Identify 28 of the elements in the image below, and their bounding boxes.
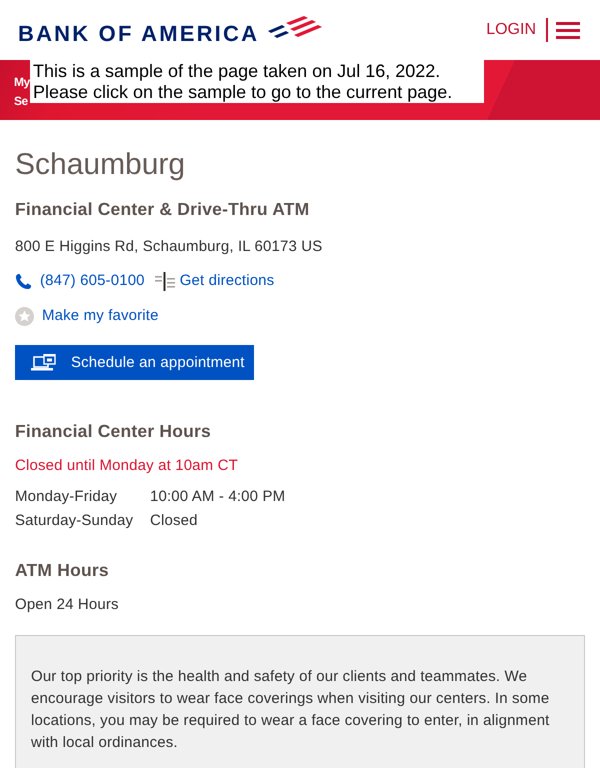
favorite-link[interactable]: Make my favorite <box>42 306 159 326</box>
closed-status-text: Closed until Monday at 10am CT <box>15 456 239 476</box>
location-name: Schaumburg <box>15 147 186 183</box>
banner-text: My <box>14 74 30 91</box>
hours-value: 10:00 AM - 4:00 PM <box>150 487 286 507</box>
directions-link[interactable]: Get directions <box>180 271 274 291</box>
atm-hours-text: Open 24 Hours <box>15 595 120 615</box>
banner-text: Se <box>14 93 28 110</box>
schedule-appointment-button[interactable]: Schedule an appointment <box>15 345 254 380</box>
archive-notice-text: This is a sample of the page taken on Jul 16, 2022. <box>33 61 442 82</box>
flag-logo-icon <box>266 14 322 40</box>
hours-value: Closed <box>150 511 198 531</box>
notice-text: Our top priority is the health and safety of our clients and teammates. We encourage visitors to wear face coverings when visiting our centers. In some locations, you may be required to wear a face covering to enter, in alignment with local ordinances. <box>31 667 551 753</box>
menu-icon[interactable] <box>556 22 580 38</box>
laptop-calendar-icon <box>31 354 57 372</box>
section-heading: Financial Center Hours <box>15 420 212 442</box>
archive-notice-text: Please click on the sample to go to the current page. <box>33 82 454 103</box>
logo-wordmark[interactable]: BANK OF AMERICA <box>18 22 260 46</box>
days-label: Saturday-Sunday <box>15 511 134 531</box>
phone-link[interactable]: (847) 605-0100 <box>40 271 145 291</box>
login-link[interactable]: LOGIN <box>486 20 536 40</box>
phone-icon <box>15 272 32 290</box>
archive-notice[interactable]: This is a sample of the page taken on Jul 16, 2022. Please click on the sample to go to the current page. <box>30 60 484 103</box>
signpost-icon <box>154 271 175 291</box>
days-label: Monday-Friday <box>15 487 118 507</box>
address-text: 800 E Higgins Rd, Schaumburg, IL 60173 US <box>15 237 324 257</box>
section-heading: ATM Hours <box>15 559 110 581</box>
location-type: Financial Center & Drive-Thru ATM <box>15 198 310 220</box>
